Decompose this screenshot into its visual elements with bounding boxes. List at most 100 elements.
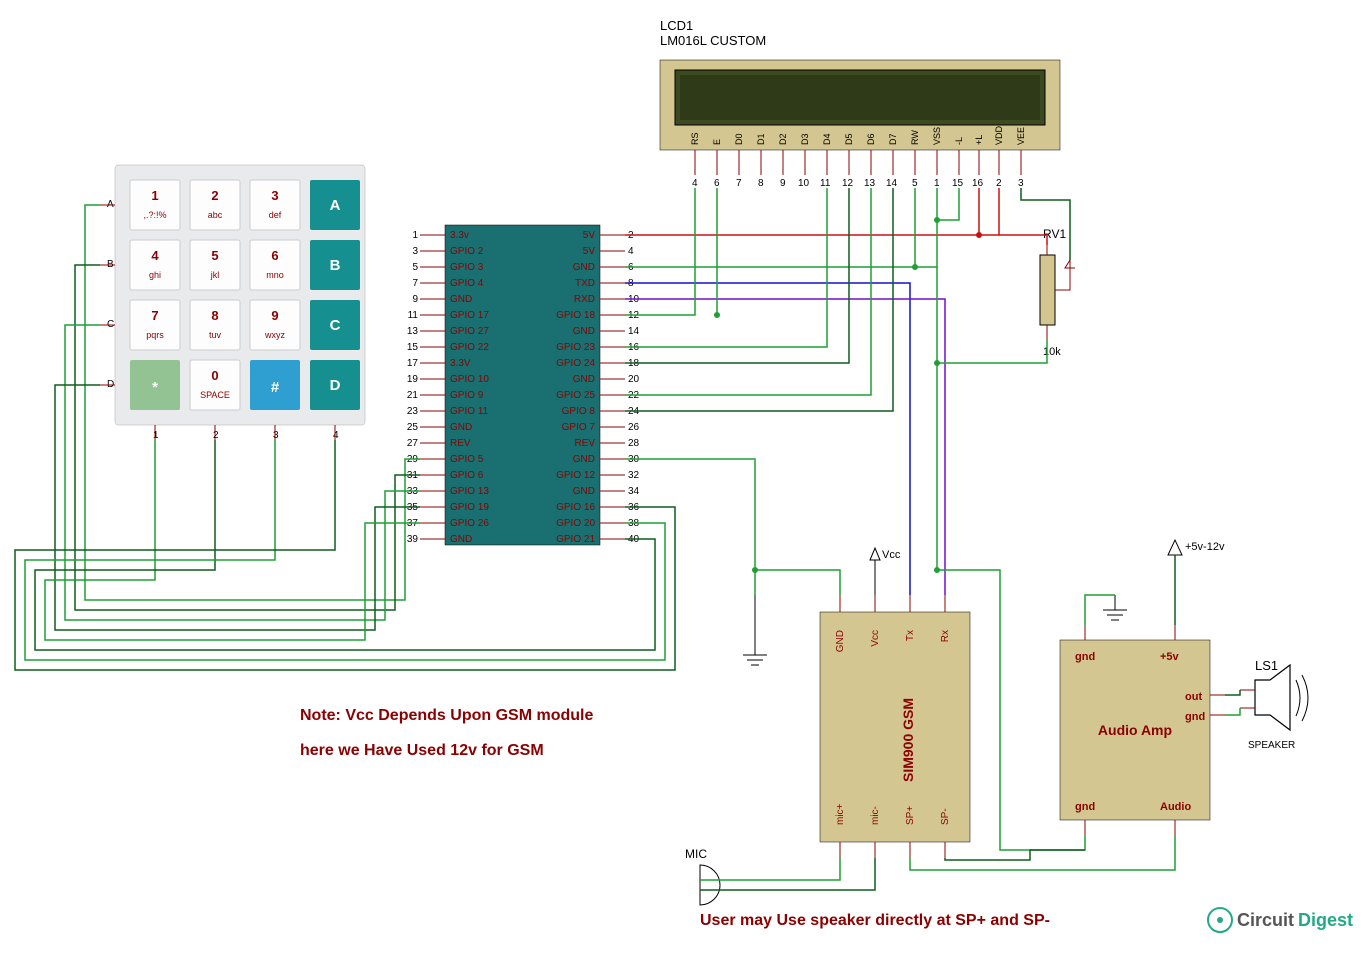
svg-text:GPIO 9: GPIO 9: [450, 390, 484, 401]
svg-text:11: 11: [408, 310, 419, 321]
svg-text:6: 6: [271, 248, 278, 263]
svg-text:ghi: ghi: [149, 270, 161, 280]
svg-text:#: #: [271, 379, 280, 396]
svg-text:RS: RS: [690, 132, 700, 145]
brand-logo: Circuit Digest: [1208, 908, 1353, 932]
svg-text:GPIO 17: GPIO 17: [450, 310, 489, 321]
svg-text:GPIO 21: GPIO 21: [556, 534, 595, 545]
lcd-module: LCD1 LM016L CUSTOM RS E D0 D1 D2 D3 D4 D…: [660, 18, 1060, 189]
svg-text:5V: 5V: [583, 246, 596, 257]
svg-text:GND: GND: [573, 454, 595, 465]
svg-text:27: 27: [407, 438, 419, 449]
svg-text:GND: GND: [573, 374, 595, 385]
svg-text:wxyz: wxyz: [264, 330, 285, 340]
svg-text:abc: abc: [208, 210, 223, 220]
svg-text:D1: D1: [756, 133, 766, 145]
svg-text:Audio Amp: Audio Amp: [1098, 722, 1172, 738]
svg-text:GND: GND: [450, 422, 472, 433]
svg-text:GND: GND: [573, 326, 595, 337]
svg-text:D3: D3: [800, 133, 810, 145]
svg-text:2: 2: [211, 188, 218, 203]
svg-text:VSS: VSS: [932, 127, 942, 145]
svg-text:out: out: [1185, 691, 1202, 703]
svg-text:GPIO 25: GPIO 25: [556, 390, 595, 401]
svg-text:Circuit: Circuit: [1237, 910, 1294, 930]
svg-text:-L: -L: [954, 137, 964, 145]
svg-text:1: 1: [151, 188, 158, 203]
svg-text:4: 4: [151, 248, 159, 263]
note-line3: User may Use speaker directly at SP+ and…: [700, 912, 1050, 929]
svg-text:9: 9: [780, 178, 786, 189]
svg-text:21: 21: [407, 390, 419, 401]
lcd-part: LM016L CUSTOM: [660, 33, 766, 48]
svg-text:GND: GND: [835, 630, 846, 652]
svg-text:15: 15: [952, 178, 964, 189]
svg-text:11: 11: [820, 178, 831, 189]
svg-text:17: 17: [407, 358, 419, 369]
svg-text:+5v-12v: +5v-12v: [1185, 541, 1225, 553]
svg-text:GPIO 2: GPIO 2: [450, 246, 484, 257]
svg-text:10: 10: [798, 178, 810, 189]
svg-text:3: 3: [271, 188, 278, 203]
svg-text:GPIO 22: GPIO 22: [450, 342, 489, 353]
mic: MIC: [685, 847, 720, 905]
svg-text:GPIO 10: GPIO 10: [450, 374, 489, 385]
svg-text:5: 5: [912, 178, 918, 189]
svg-text:0: 0: [211, 368, 218, 383]
svg-text:19: 19: [407, 374, 419, 385]
svg-text:GPIO 24: GPIO 24: [556, 358, 595, 369]
svg-text:RXD: RXD: [574, 294, 595, 305]
svg-text:GND: GND: [450, 534, 472, 545]
svg-text:16: 16: [972, 178, 984, 189]
svg-text:GPIO 12: GPIO 12: [556, 470, 595, 481]
svg-text:12: 12: [842, 178, 854, 189]
svg-text:7: 7: [151, 308, 158, 323]
lcd-ref: LCD1: [660, 18, 693, 33]
svg-text:Digest: Digest: [1298, 910, 1353, 930]
svg-text:20: 20: [628, 374, 640, 385]
svg-text:B: B: [330, 257, 341, 274]
svg-text:3: 3: [273, 430, 279, 441]
svg-text:RW: RW: [910, 130, 920, 145]
svg-text:23: 23: [407, 406, 419, 417]
svg-text:def: def: [269, 210, 282, 220]
svg-text:D: D: [330, 377, 341, 394]
svg-text:+5v: +5v: [1160, 651, 1180, 663]
svg-text:Rx: Rx: [940, 630, 951, 642]
svg-text:GPIO 26: GPIO 26: [450, 518, 489, 529]
svg-text:mno: mno: [266, 270, 284, 280]
svg-text:mic+: mic+: [835, 803, 846, 825]
svg-text:1: 1: [412, 230, 418, 241]
svg-text:32: 32: [628, 470, 640, 481]
mcu-lcd-wires: [625, 188, 1070, 595]
svg-text:3.3V: 3.3V: [450, 358, 471, 369]
svg-text:GPIO 6: GPIO 6: [450, 470, 484, 481]
svg-text:1: 1: [934, 178, 940, 189]
svg-text:GPIO 23: GPIO 23: [556, 342, 595, 353]
svg-text:4: 4: [692, 178, 698, 189]
svg-text:D6: D6: [866, 133, 876, 145]
svg-text:gnd: gnd: [1075, 801, 1095, 813]
svg-text:E: E: [712, 139, 722, 145]
svg-text:13: 13: [407, 326, 419, 337]
svg-text:GPIO 5: GPIO 5: [450, 454, 484, 465]
svg-text:SIM900 GSM: SIM900 GSM: [900, 698, 916, 782]
svg-text:GPIO 18: GPIO 18: [556, 310, 595, 321]
svg-text:MIC: MIC: [685, 847, 707, 861]
svg-text:26: 26: [628, 422, 640, 433]
svg-text:gnd: gnd: [1185, 711, 1205, 723]
svg-text:Vcc: Vcc: [870, 630, 881, 647]
svg-text:+L: +L: [974, 135, 984, 145]
svg-text:REV: REV: [574, 438, 595, 449]
svg-text:tuv: tuv: [209, 330, 222, 340]
svg-text:GPIO 20: GPIO 20: [556, 518, 595, 529]
svg-text:7: 7: [736, 178, 742, 189]
svg-text:REV: REV: [450, 438, 471, 449]
svg-text:GPIO 4: GPIO 4: [450, 278, 484, 289]
svg-text:LS1: LS1: [1255, 658, 1278, 673]
svg-text:14: 14: [628, 326, 640, 337]
svg-text:D5: D5: [844, 133, 854, 145]
svg-text:3.3v: 3.3v: [450, 230, 469, 241]
svg-text:5: 5: [412, 262, 418, 273]
svg-text:GND: GND: [573, 486, 595, 497]
